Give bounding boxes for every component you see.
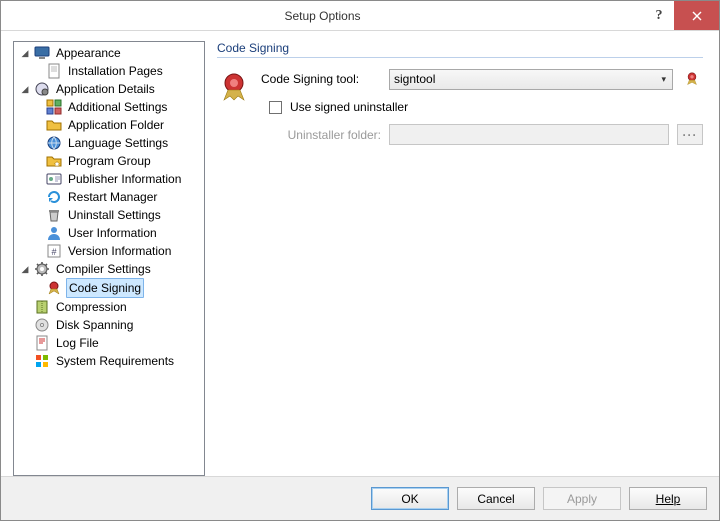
blocks-icon (46, 99, 62, 115)
label-signing-tool: Code Signing tool: (261, 72, 381, 86)
tree-item-label: Publisher Information (66, 170, 183, 188)
tree-item-compiler-settings[interactable]: ◢ Compiler Settings (14, 260, 204, 278)
form-area: Code Signing tool: signtool ▾ (217, 68, 703, 155)
window-buttons: ? (644, 1, 719, 30)
label-uninstaller-folder: Uninstaller folder: (261, 128, 381, 142)
cancel-button[interactable]: Cancel (457, 487, 535, 510)
input-uninstaller-folder (389, 124, 669, 145)
user-icon (46, 225, 62, 241)
configure-tool-button[interactable] (681, 68, 703, 90)
tree-item-label: Restart Manager (66, 188, 159, 206)
button-bar: OK Cancel Apply Help (1, 476, 719, 520)
tree-item-disk-spanning[interactable]: Disk Spanning (14, 316, 204, 334)
tree-item-label: Log File (54, 334, 101, 352)
tree-item-label: Disk Spanning (54, 316, 135, 334)
client-area: ◢ AppearanceInstallation Pages ◢ Applicatio… (1, 31, 719, 476)
close-button[interactable] (674, 1, 719, 30)
browse-button: ··· (677, 124, 703, 145)
seal-icon (683, 70, 701, 88)
globe-cog-icon (34, 81, 50, 97)
tree-item-label: Uninstall Settings (66, 206, 163, 224)
expander-icon[interactable]: ◢ (20, 44, 30, 62)
tree-item-label: Installation Pages (66, 62, 165, 80)
tree-item-user-information[interactable]: User Information (14, 224, 204, 242)
monitor-icon (34, 45, 50, 61)
row-use-signed: Use signed uninstaller (261, 100, 703, 114)
tree-item-label: Compiler Settings (54, 260, 153, 278)
combo-signing-tool[interactable]: signtool ▾ (389, 69, 673, 90)
disc-icon (34, 317, 50, 333)
tree-item-label: Program Group (66, 152, 153, 170)
globe-icon (46, 135, 62, 151)
tree-item-uninstall-settings[interactable]: Uninstall Settings (14, 206, 204, 224)
seal-icon (46, 280, 62, 296)
gear-icon (34, 261, 50, 277)
tree-item-label: Code Signing (66, 278, 144, 298)
content-pane: Code Signing Code Signing tool: signtool (213, 41, 707, 476)
tree-item-application-folder[interactable]: Application Folder (14, 116, 204, 134)
tree-item-publisher-information[interactable]: Publisher Information (14, 170, 204, 188)
vcard-icon (46, 171, 62, 187)
checkbox-use-signed-uninstaller[interactable] (269, 101, 282, 114)
win-icon (34, 353, 50, 369)
close-icon (692, 11, 702, 21)
seal-large-icon (217, 70, 251, 104)
tree-item-code-signing[interactable]: Code Signing (14, 278, 204, 298)
titlebar: Setup Options ? (1, 1, 719, 31)
tree-item-appearance[interactable]: ◢ Appearance (14, 44, 204, 62)
tree-item-system-requirements[interactable]: System Requirements (14, 352, 204, 370)
tree-item-label: Appearance (54, 44, 123, 62)
tree-item-label: Compression (54, 298, 129, 316)
refresh-icon (46, 189, 62, 205)
row-uninstaller-folder: Uninstaller folder: ··· (261, 124, 703, 145)
page-icon (46, 63, 62, 79)
tree-item-language-settings[interactable]: Language Settings (14, 134, 204, 152)
tree-item-label: Additional Settings (66, 98, 169, 116)
tree-item-installation-pages[interactable]: Installation Pages (14, 62, 204, 80)
label-use-signed-uninstaller[interactable]: Use signed uninstaller (290, 100, 408, 114)
fields: Code Signing tool: signtool ▾ (261, 68, 703, 155)
tree-item-label: User Information (66, 224, 159, 242)
tree-item-version-information[interactable]: # Version Information (14, 242, 204, 260)
tree-item-application-details[interactable]: ◢ Application Details (14, 80, 204, 98)
tree-item-label: System Requirements (54, 352, 176, 370)
section-header: Code Signing (217, 41, 703, 58)
help-button[interactable]: ? (644, 1, 674, 30)
chevron-down-icon: ▾ (659, 74, 668, 85)
tree-item-compression[interactable]: Compression (14, 298, 204, 316)
trash-icon (46, 207, 62, 223)
setup-options-dialog: Setup Options ? ◢ AppearanceInstallation … (0, 0, 720, 521)
tree-item-program-group[interactable]: Program Group (14, 152, 204, 170)
window-title: Setup Options (1, 9, 644, 23)
tree-item-label: Application Folder (66, 116, 166, 134)
folder-icon (46, 117, 62, 133)
tree-item-label: Application Details (54, 80, 157, 98)
apply-button: Apply (543, 487, 621, 510)
tree-item-label: Version Information (66, 242, 173, 260)
tree-item-restart-manager[interactable]: Restart Manager (14, 188, 204, 206)
compress-icon (34, 299, 50, 315)
combo-value: signtool (394, 72, 659, 86)
help-button-bottom[interactable]: Help (629, 487, 707, 510)
tree-item-additional-settings[interactable]: Additional Settings (14, 98, 204, 116)
tree-item-log-file[interactable]: Log File (14, 334, 204, 352)
expander-icon[interactable]: ◢ (20, 80, 30, 98)
folder-star-icon (46, 153, 62, 169)
log-icon (34, 335, 50, 351)
row-signing-tool: Code Signing tool: signtool ▾ (261, 68, 703, 90)
expander-icon[interactable]: ◢ (20, 260, 30, 278)
ok-button[interactable]: OK (371, 487, 449, 510)
svg-text:#: # (51, 247, 56, 257)
category-tree[interactable]: ◢ AppearanceInstallation Pages ◢ Applicatio… (13, 41, 205, 476)
version-icon: # (46, 243, 62, 259)
tree-item-label: Language Settings (66, 134, 170, 152)
